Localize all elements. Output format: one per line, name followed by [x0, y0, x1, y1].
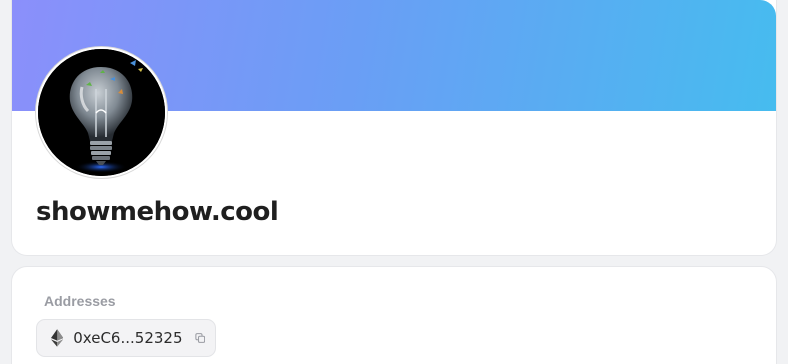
profile-name: showmehow.cool	[36, 197, 279, 227]
profile-page: showmehow.cool Addresses 0xeC6...52325	[0, 0, 788, 364]
copy-icon[interactable]	[194, 332, 206, 344]
avatar	[36, 47, 167, 178]
profile-card: showmehow.cool	[11, 0, 777, 256]
addresses-section-label: Addresses	[44, 293, 116, 309]
addresses-card: Addresses 0xeC6...52325	[11, 266, 777, 364]
ethereum-icon	[51, 329, 64, 347]
lightbulb-avatar-icon	[38, 49, 165, 176]
wallet-address: 0xeC6...52325	[73, 329, 183, 347]
address-chip[interactable]: 0xeC6...52325	[36, 319, 216, 357]
